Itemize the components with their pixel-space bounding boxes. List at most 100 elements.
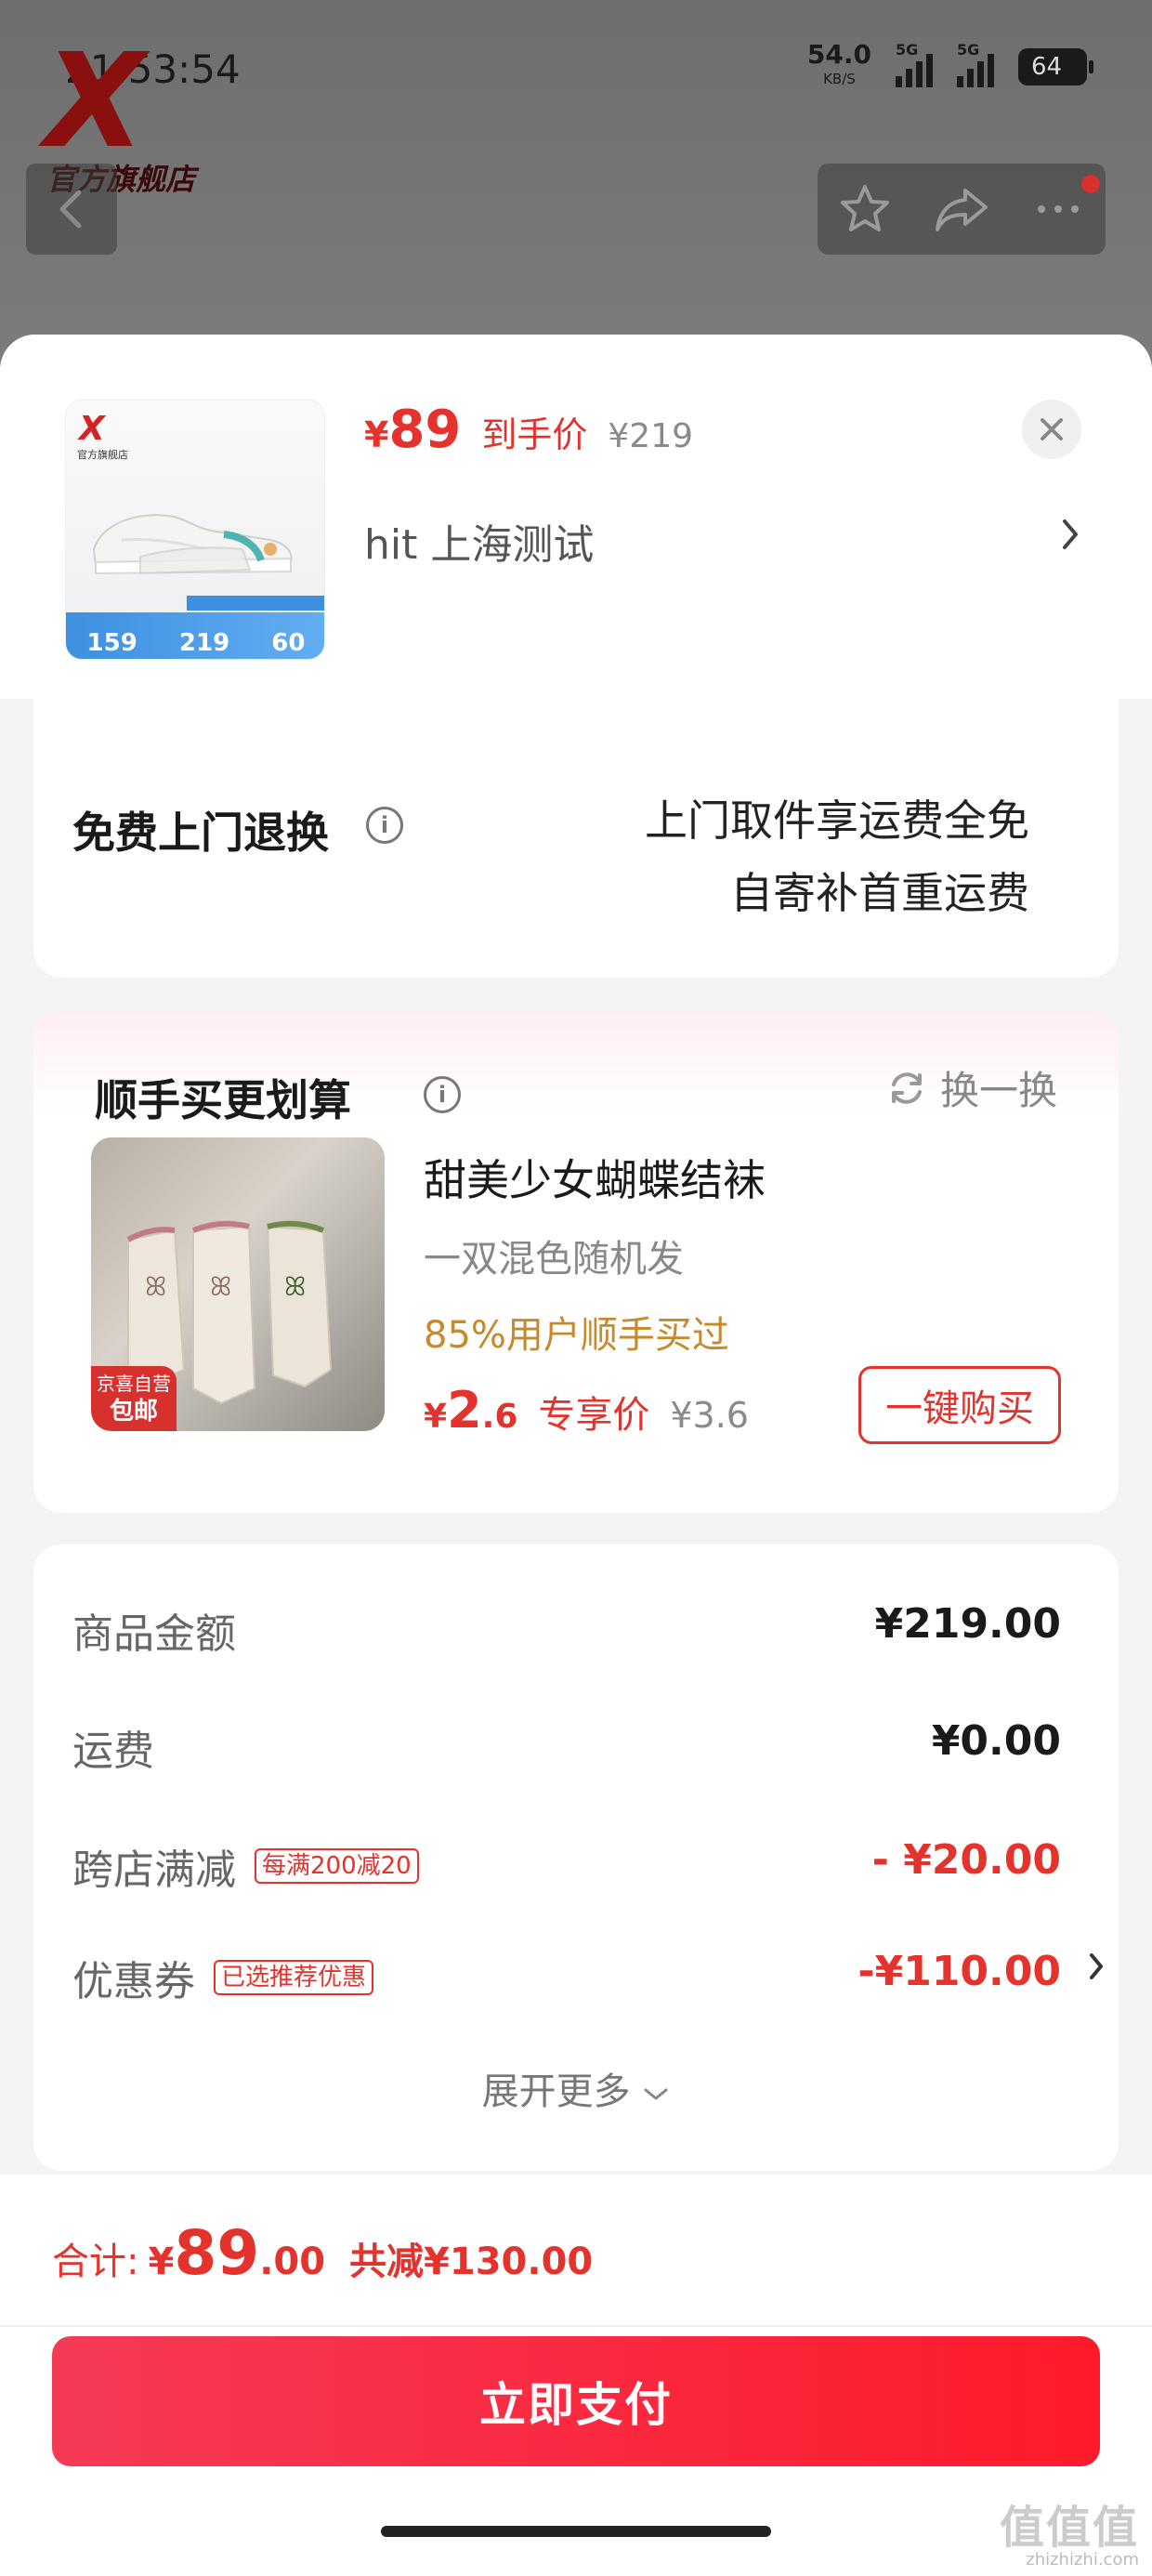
thumbnail-value-2: 219 bbox=[178, 629, 230, 657]
bundle-item-stat: 85%用户顺手买过 bbox=[424, 1314, 729, 1357]
total-dec: .00 bbox=[259, 2241, 326, 2283]
summary-row[interactable]: 跨店满减 每满200减20 - ¥20.00 bbox=[72, 1836, 1080, 1911]
notification-dot bbox=[1081, 175, 1100, 193]
swap-label: 换一换 bbox=[939, 1068, 1057, 1113]
badge-line-2: 包邮 bbox=[109, 1398, 158, 1426]
summary-value: -¥110.00 bbox=[857, 1948, 1061, 1995]
return-service-details: 上门取件享运费全免 自寄补首重运费 bbox=[645, 784, 1029, 929]
coupon-row[interactable]: 优惠券 已选推荐优惠 -¥110.00 bbox=[72, 1948, 1103, 2022]
battery-icon: 64 bbox=[1018, 48, 1093, 85]
pay-now-button[interactable]: 立即支付 bbox=[52, 2336, 1100, 2466]
badge-line-1: 京喜自营 bbox=[97, 1373, 171, 1395]
total-label: 合计: bbox=[52, 2241, 139, 2283]
battery-level: 64 bbox=[1031, 53, 1063, 81]
original-price: ¥219 bbox=[608, 417, 694, 455]
thumbnail-logo-text: 官方旗舰店 bbox=[77, 449, 128, 461]
thumbnail-band-caption bbox=[187, 596, 324, 611]
summary-value: ¥0.00 bbox=[931, 1717, 1061, 1765]
sheet-header: X 官方旗舰店 159 219 60 ¥89 到手价 ¥219 hit 上海测试 bbox=[0, 335, 1152, 699]
final-price-value: 89 bbox=[388, 400, 462, 460]
svg-text:ꕤ: ꕤ bbox=[284, 1271, 306, 1302]
summary-label-text: 运费 bbox=[72, 1728, 154, 1775]
svg-text:ꕤ: ꕤ bbox=[145, 1271, 166, 1302]
chevron-right-icon[interactable] bbox=[1087, 1948, 1106, 1985]
order-summary-card: 商品金额 ¥219.00 运费 ¥0.00 跨店满减 每满200减20 - ¥2… bbox=[33, 1544, 1119, 2171]
self-operated-badge: 京喜自营 包邮 bbox=[91, 1366, 177, 1431]
info-icon[interactable]: i bbox=[424, 1076, 461, 1113]
bundle-price: ¥2.6 bbox=[424, 1381, 517, 1439]
footer-divider bbox=[0, 2325, 1152, 2327]
thumbnail-value-1: 159 bbox=[86, 629, 137, 657]
bundle-item-name[interactable]: 甜美少女蝴蝶结袜 bbox=[424, 1147, 766, 1208]
bundle-price-symbol: ¥ bbox=[424, 1398, 448, 1436]
total-row: 合计: ¥ 89 .00 共减¥130.00 bbox=[52, 2217, 593, 2289]
one-click-buy-button[interactable]: 一键购买 bbox=[858, 1366, 1061, 1444]
refresh-icon bbox=[891, 1071, 922, 1104]
network-speed-value: 54.0 bbox=[806, 39, 871, 70]
svg-text:ꕤ: ꕤ bbox=[210, 1271, 231, 1302]
summary-value: - ¥20.00 bbox=[871, 1836, 1061, 1884]
thumbnail-value-3: 60 bbox=[271, 629, 306, 657]
home-indicator[interactable] bbox=[381, 2526, 771, 2537]
bundle-original-price: ¥3.6 bbox=[670, 1395, 749, 1436]
checkout-footer: 合计: ¥ 89 .00 共减¥130.00 立即支付 bbox=[0, 2175, 1152, 2576]
bundle-item-desc: 一双混色随机发 bbox=[424, 1238, 684, 1281]
summary-label-text: 优惠券 bbox=[72, 1958, 195, 2005]
promo-badge: 每满200减20 bbox=[255, 1848, 419, 1884]
chevron-down-icon bbox=[644, 2088, 668, 2100]
total-saved: 共减¥130.00 bbox=[349, 2241, 594, 2283]
signal-icon-2: 5G bbox=[957, 41, 994, 87]
return-service-line-2: 自寄补首重运费 bbox=[730, 868, 1029, 918]
watermark-logo: 值值值 bbox=[999, 2502, 1139, 2554]
more-icon[interactable] bbox=[1030, 181, 1086, 237]
summary-label: 商品金额 bbox=[72, 1600, 236, 1660]
back-button[interactable] bbox=[26, 164, 117, 255]
summary-label: 运费 bbox=[72, 1717, 154, 1777]
thumbnail-logo: X bbox=[79, 410, 105, 448]
bundle-price-row: ¥2.6 专享价 ¥3.6 bbox=[424, 1381, 749, 1439]
bundle-price-tag: 专享价 bbox=[538, 1394, 650, 1437]
network-speed: 54.0 KB/S bbox=[807, 42, 871, 91]
signal-icon: 5G bbox=[896, 41, 933, 87]
status-indicators: 54.0 KB/S 5G 5G 64 bbox=[807, 41, 1093, 91]
bundle-price-int: 2 bbox=[447, 1381, 482, 1439]
coupon-badge: 已选推荐优惠 bbox=[214, 1960, 374, 1995]
bundle-title: 顺手买更划算 bbox=[95, 1075, 351, 1125]
summary-label-text: 跨店满减 bbox=[72, 1847, 236, 1894]
checkout-sheet: X 官方旗舰店 159 219 60 ¥89 到手价 ¥219 hit 上海测试… bbox=[0, 335, 1152, 2576]
product-thumbnail[interactable]: X 官方旗舰店 159 219 60 bbox=[65, 400, 325, 660]
network-type-1: 5G bbox=[896, 41, 919, 59]
thumbnail-price-band: 159 219 60 bbox=[66, 612, 324, 659]
close-button[interactable] bbox=[1022, 400, 1081, 459]
chevron-right-icon[interactable] bbox=[1059, 516, 1081, 553]
watermark-text: zhizhizhi.com bbox=[1026, 2550, 1139, 2569]
chevron-left-icon bbox=[59, 190, 82, 229]
bundle-recommendation-card: 顺手买更划算 i 换一换 ꕤ ꕤ ꕤ 京喜自营 包邮 甜美少女蝴蝶结袜 一双混色… bbox=[33, 1011, 1119, 1513]
share-icon[interactable] bbox=[932, 181, 991, 237]
return-service-card: 免费上门退换 i 上门取件享运费全免 自寄补首重运费 bbox=[33, 699, 1119, 978]
network-speed-unit: KB/S bbox=[823, 71, 856, 87]
close-icon bbox=[1041, 418, 1063, 440]
spec-selector[interactable]: hit 上海测试 bbox=[364, 511, 594, 571]
return-service-title: 免费上门退换 bbox=[72, 808, 329, 858]
star-icon[interactable] bbox=[837, 181, 893, 237]
return-service-line-1: 上门取件享运费全免 bbox=[645, 795, 1029, 846]
expand-more-button[interactable]: 展开更多 bbox=[33, 2061, 1119, 2115]
summary-value: ¥219.00 bbox=[874, 1600, 1061, 1648]
socks-image[interactable]: ꕤ ꕤ ꕤ 京喜自营 包邮 bbox=[91, 1137, 385, 1431]
network-type-2: 5G bbox=[957, 41, 980, 59]
final-price-tag: 到手价 bbox=[481, 414, 588, 455]
final-price-symbol: ¥ bbox=[364, 414, 389, 455]
summary-row: 运费 ¥0.00 bbox=[72, 1717, 1080, 1792]
info-icon[interactable]: i bbox=[366, 807, 403, 844]
summary-label-text: 商品金额 bbox=[72, 1610, 236, 1658]
summary-row: 商品金额 ¥219.00 bbox=[72, 1600, 1080, 1675]
bundle-price-dec: .6 bbox=[481, 1398, 518, 1436]
price-row: ¥89 到手价 ¥219 bbox=[364, 400, 693, 460]
top-action-bar bbox=[818, 164, 1106, 255]
store-logo-mark: X bbox=[45, 26, 145, 177]
final-price: ¥89 bbox=[364, 400, 461, 460]
summary-label: 跨店满减 每满200减20 bbox=[72, 1836, 419, 1896]
summary-label: 优惠券 已选推荐优惠 bbox=[72, 1948, 374, 2007]
swap-button[interactable]: 换一换 bbox=[886, 1059, 1057, 1116]
